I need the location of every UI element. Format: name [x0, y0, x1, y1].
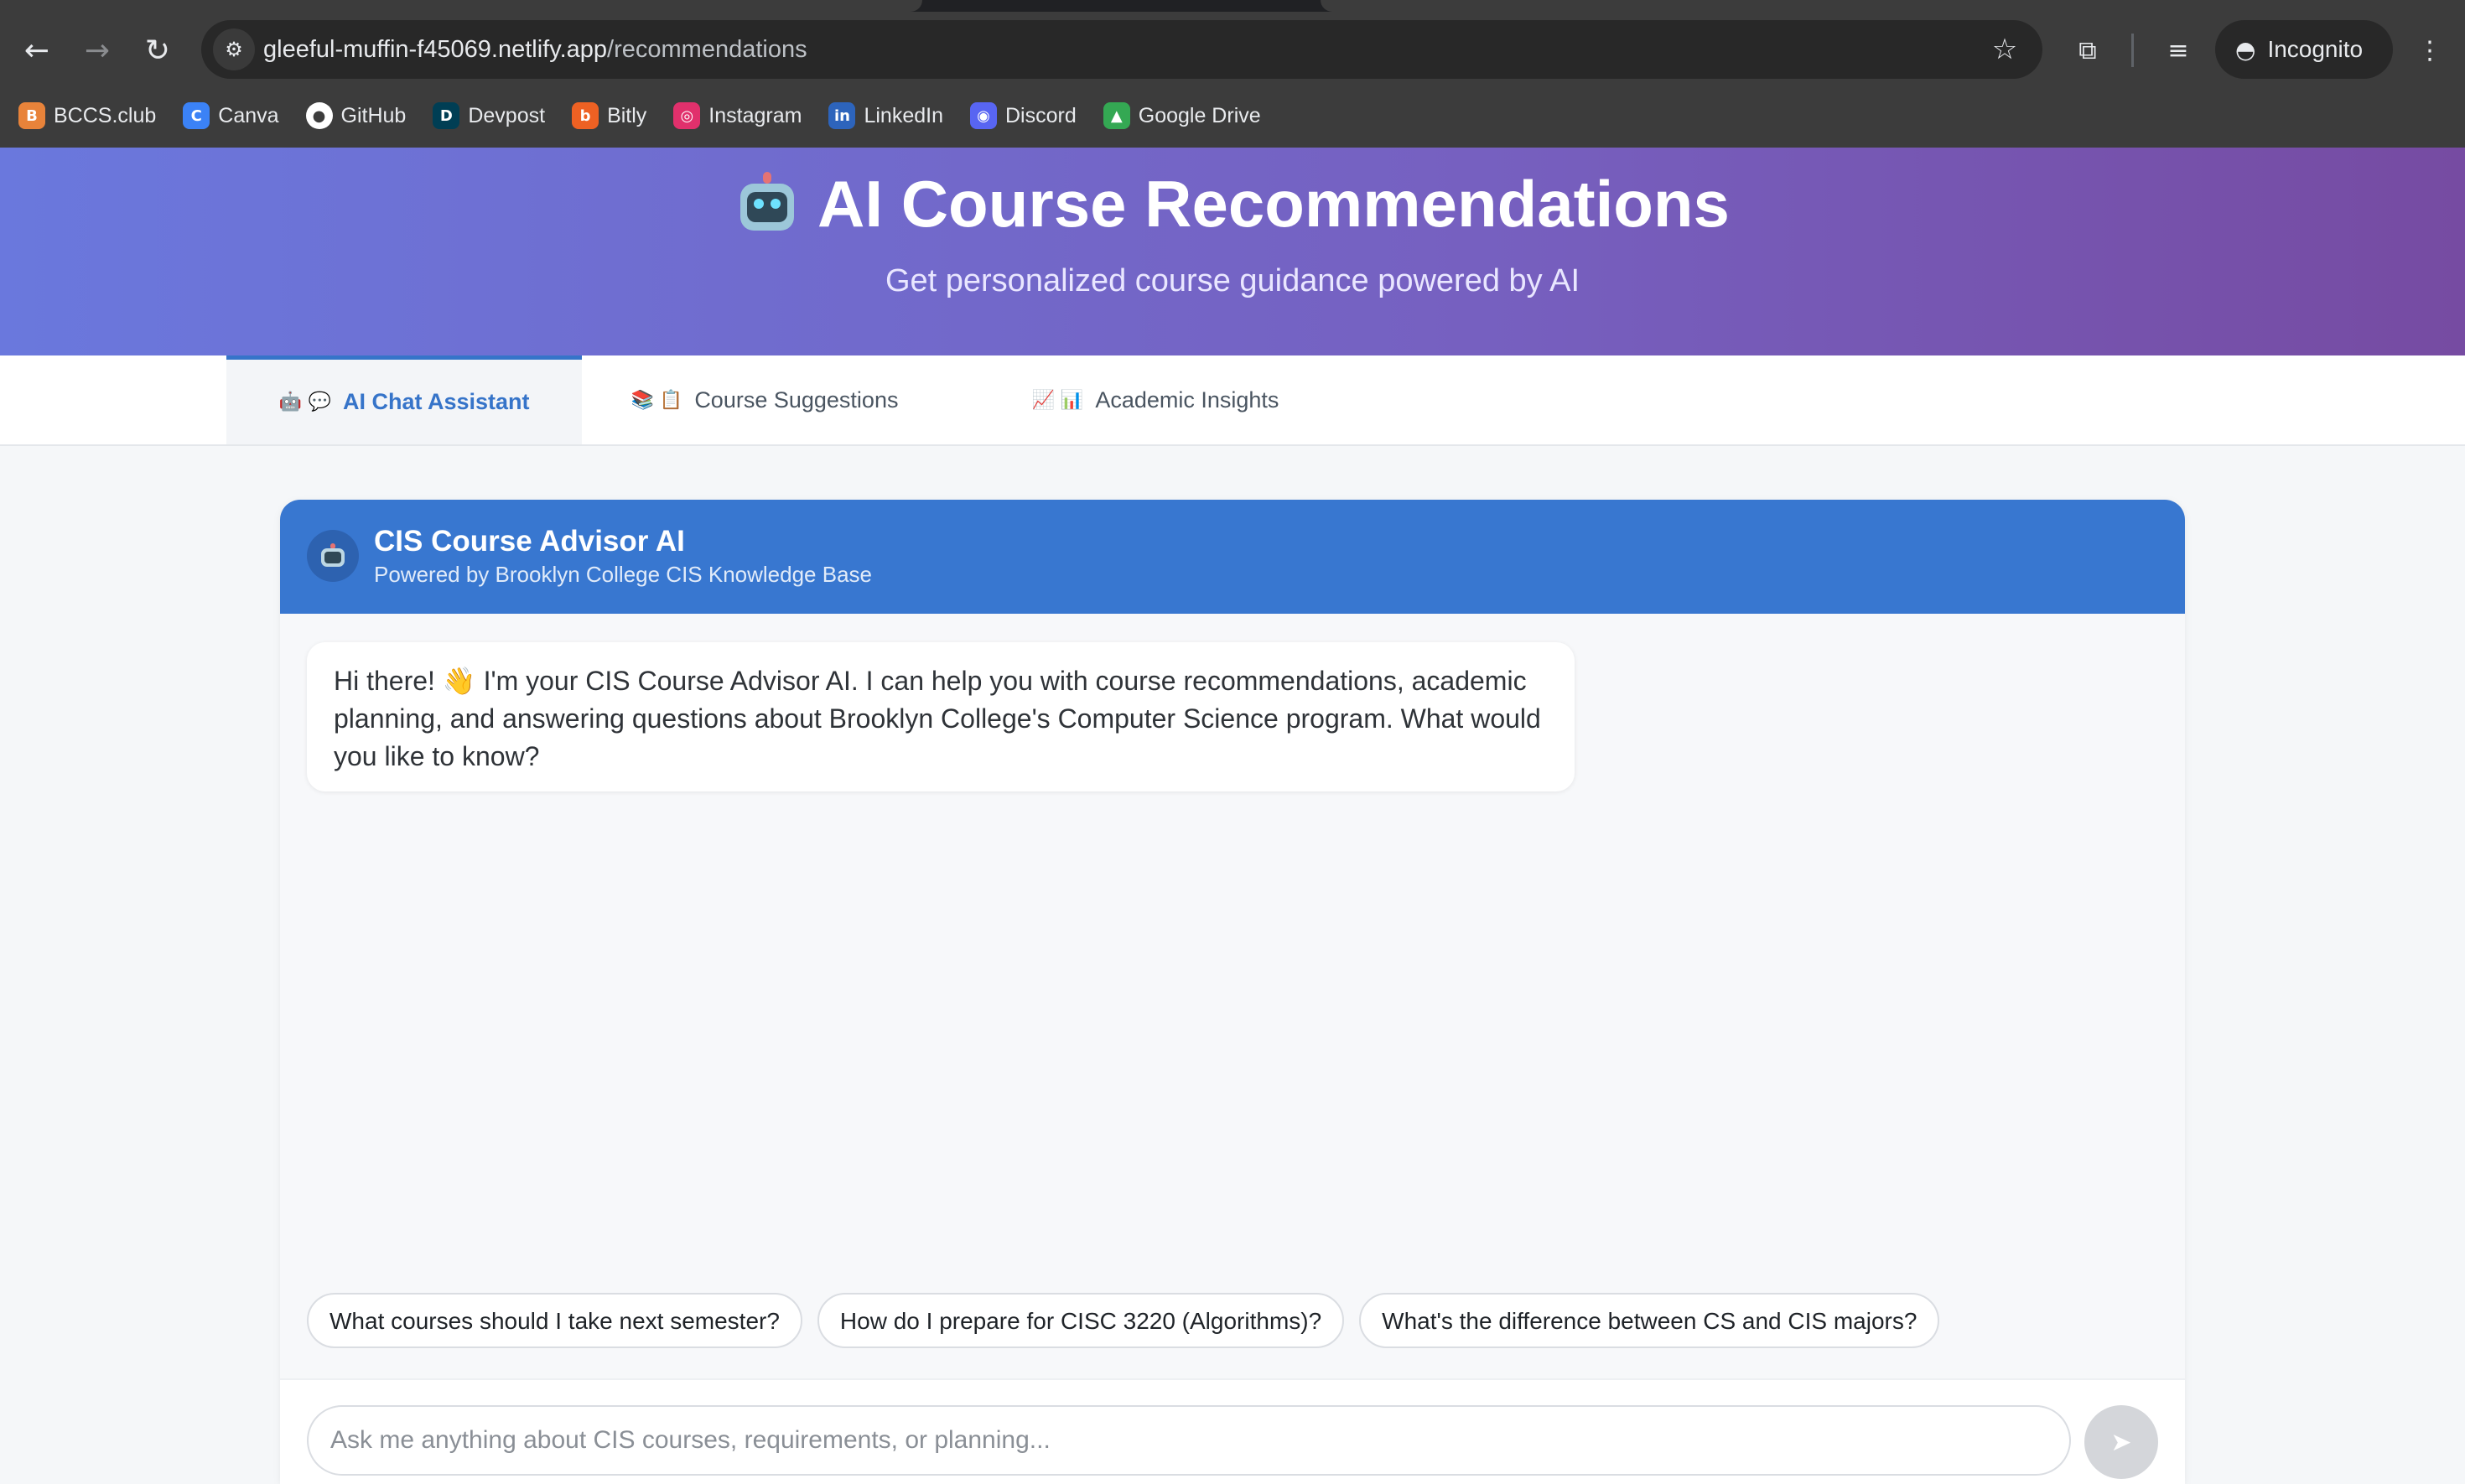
bookmark-discord[interactable]: ◉ Discord [970, 102, 1077, 129]
bccs-icon: B [18, 102, 45, 129]
tab-bar: 🤖 💬 AI Chat Assistant 📚 📋 Course Suggest… [0, 355, 2465, 446]
instagram-icon: ◎ [673, 102, 701, 129]
tab-label: Course Suggestions [694, 387, 899, 413]
bitly-icon: b [572, 102, 599, 129]
tab-label: AI Chat Assistant [342, 389, 530, 414]
incognito-button[interactable]: ◓ Incognito [2215, 20, 2393, 79]
tab-course-suggestions[interactable]: 📚 📋 Course Suggestions [597, 355, 932, 444]
bookmark-github[interactable]: ● GitHub [305, 102, 407, 129]
bookmark-bitly[interactable]: b Bitly [572, 102, 646, 129]
url-host: gleeful-muffin-f45069.netlify.app [263, 36, 608, 63]
robot-icon [735, 172, 799, 236]
google-drive-icon: ▲ [1103, 102, 1130, 129]
robot-chat-icon: 🤖 💬 [278, 392, 331, 413]
bookmarks-bar: B BCCS.club C Canva ● GitHub D Devpost b Bitly ◎ In… [0, 92, 2465, 139]
forward-arrow-icon[interactable]: → [74, 27, 121, 74]
github-icon: ● [305, 102, 333, 129]
charts-icon: 📈 📊 [1031, 389, 1084, 411]
page-header: AI Course Recommendations Get personaliz… [0, 148, 2465, 355]
bookmark-linkedin[interactable]: in LinkedIn [828, 102, 943, 129]
bookmark-label: Google Drive [1138, 103, 1261, 127]
back-arrow-icon[interactable]: ← [13, 27, 60, 74]
bookmark-star-icon[interactable]: ☆ [1984, 29, 2026, 70]
url-path: /recommendations [607, 36, 807, 63]
browser-chrome: ← → ↻ ⚙ gleeful-muffin-f45069.netlify.ap… [0, 0, 2465, 148]
suggestion-chips: What courses should I take next semester… [307, 1293, 1954, 1348]
page-subtitle: Get personalized course guidance powered… [885, 263, 1580, 298]
bookmark-label: Instagram [708, 103, 802, 127]
bookmark-label: Canva [218, 103, 279, 127]
chat-header: CIS Course Advisor AI Powered by Brookly… [280, 500, 2185, 614]
incognito-label: Incognito [2267, 36, 2364, 62]
suggestion-chip[interactable]: How do I prepare for CISC 3220 (Algorith… [817, 1293, 1345, 1348]
browser-tab[interactable] [1321, 0, 2465, 12]
chat-input[interactable] [307, 1405, 2071, 1476]
reading-list-icon[interactable]: ≡ [2155, 27, 2202, 74]
bookmark-bccs-club[interactable]: B BCCS.club [18, 102, 156, 129]
bookmark-devpost[interactable]: D Devpost [433, 102, 545, 129]
chat-input-area: ➤ [280, 1378, 2185, 1484]
assistant-message: Hi there! 👋 I'm your CIS Course Advisor … [307, 642, 1575, 791]
bookmark-google-drive[interactable]: ▲ Google Drive [1103, 102, 1261, 129]
more-menu-icon[interactable]: ⋮ [2406, 27, 2453, 74]
advisor-avatar [307, 530, 359, 582]
tab-ai-chat-assistant[interactable]: 🤖 💬 AI Chat Assistant [226, 355, 582, 444]
bookmark-label: BCCS.club [54, 103, 157, 127]
incognito-icon: ◓ [2235, 35, 2256, 64]
reload-icon[interactable]: ↻ [134, 27, 181, 74]
bookmark-label: Discord [1005, 103, 1077, 127]
canva-icon: C [183, 102, 210, 129]
bookmark-label: Bitly [607, 103, 647, 127]
discord-icon: ◉ [970, 102, 997, 129]
bookmark-canva[interactable]: C Canva [183, 102, 279, 129]
linkedin-icon: in [828, 102, 856, 129]
site-info-icon[interactable]: ⚙ [213, 29, 255, 70]
toolbar-divider [2131, 34, 2134, 67]
tab-academic-insights[interactable]: 📈 📊 Academic Insights [988, 355, 1323, 444]
page-title-text: AI Course Recommendations [817, 167, 1730, 241]
robot-icon [320, 543, 345, 568]
suggestion-chip[interactable]: What courses should I take next semester… [307, 1293, 802, 1348]
address-bar[interactable]: ⚙ gleeful-muffin-f45069.netlify.app/reco… [201, 20, 2042, 79]
browser-tab[interactable] [0, 0, 922, 12]
bookmark-label: Devpost [468, 103, 546, 127]
suggestion-chip[interactable]: What's the difference between CS and CIS… [1359, 1293, 1940, 1348]
devpost-icon: D [433, 102, 460, 129]
advisor-subtitle: Powered by Brooklyn College CIS Knowledg… [374, 562, 873, 587]
tab-strip [0, 0, 2465, 12]
url-text[interactable]: gleeful-muffin-f45069.netlify.app/recomm… [263, 20, 807, 79]
books-clipboard-icon: 📚 📋 [631, 389, 683, 411]
send-button[interactable]: ➤ [2084, 1405, 2158, 1479]
bookmark-label: GitHub [340, 103, 407, 127]
chat-panel: CIS Course Advisor AI Powered by Brookly… [280, 500, 2185, 1484]
bookmark-label: LinkedIn [864, 103, 943, 127]
bookmark-instagram[interactable]: ◎ Instagram [673, 102, 802, 129]
advisor-name: CIS Course Advisor AI [374, 525, 685, 558]
page-title: AI Course Recommendations [0, 166, 2465, 241]
search-tabs-icon[interactable]: ⧉ [2064, 27, 2111, 74]
tab-label: Academic Insights [1095, 387, 1279, 413]
